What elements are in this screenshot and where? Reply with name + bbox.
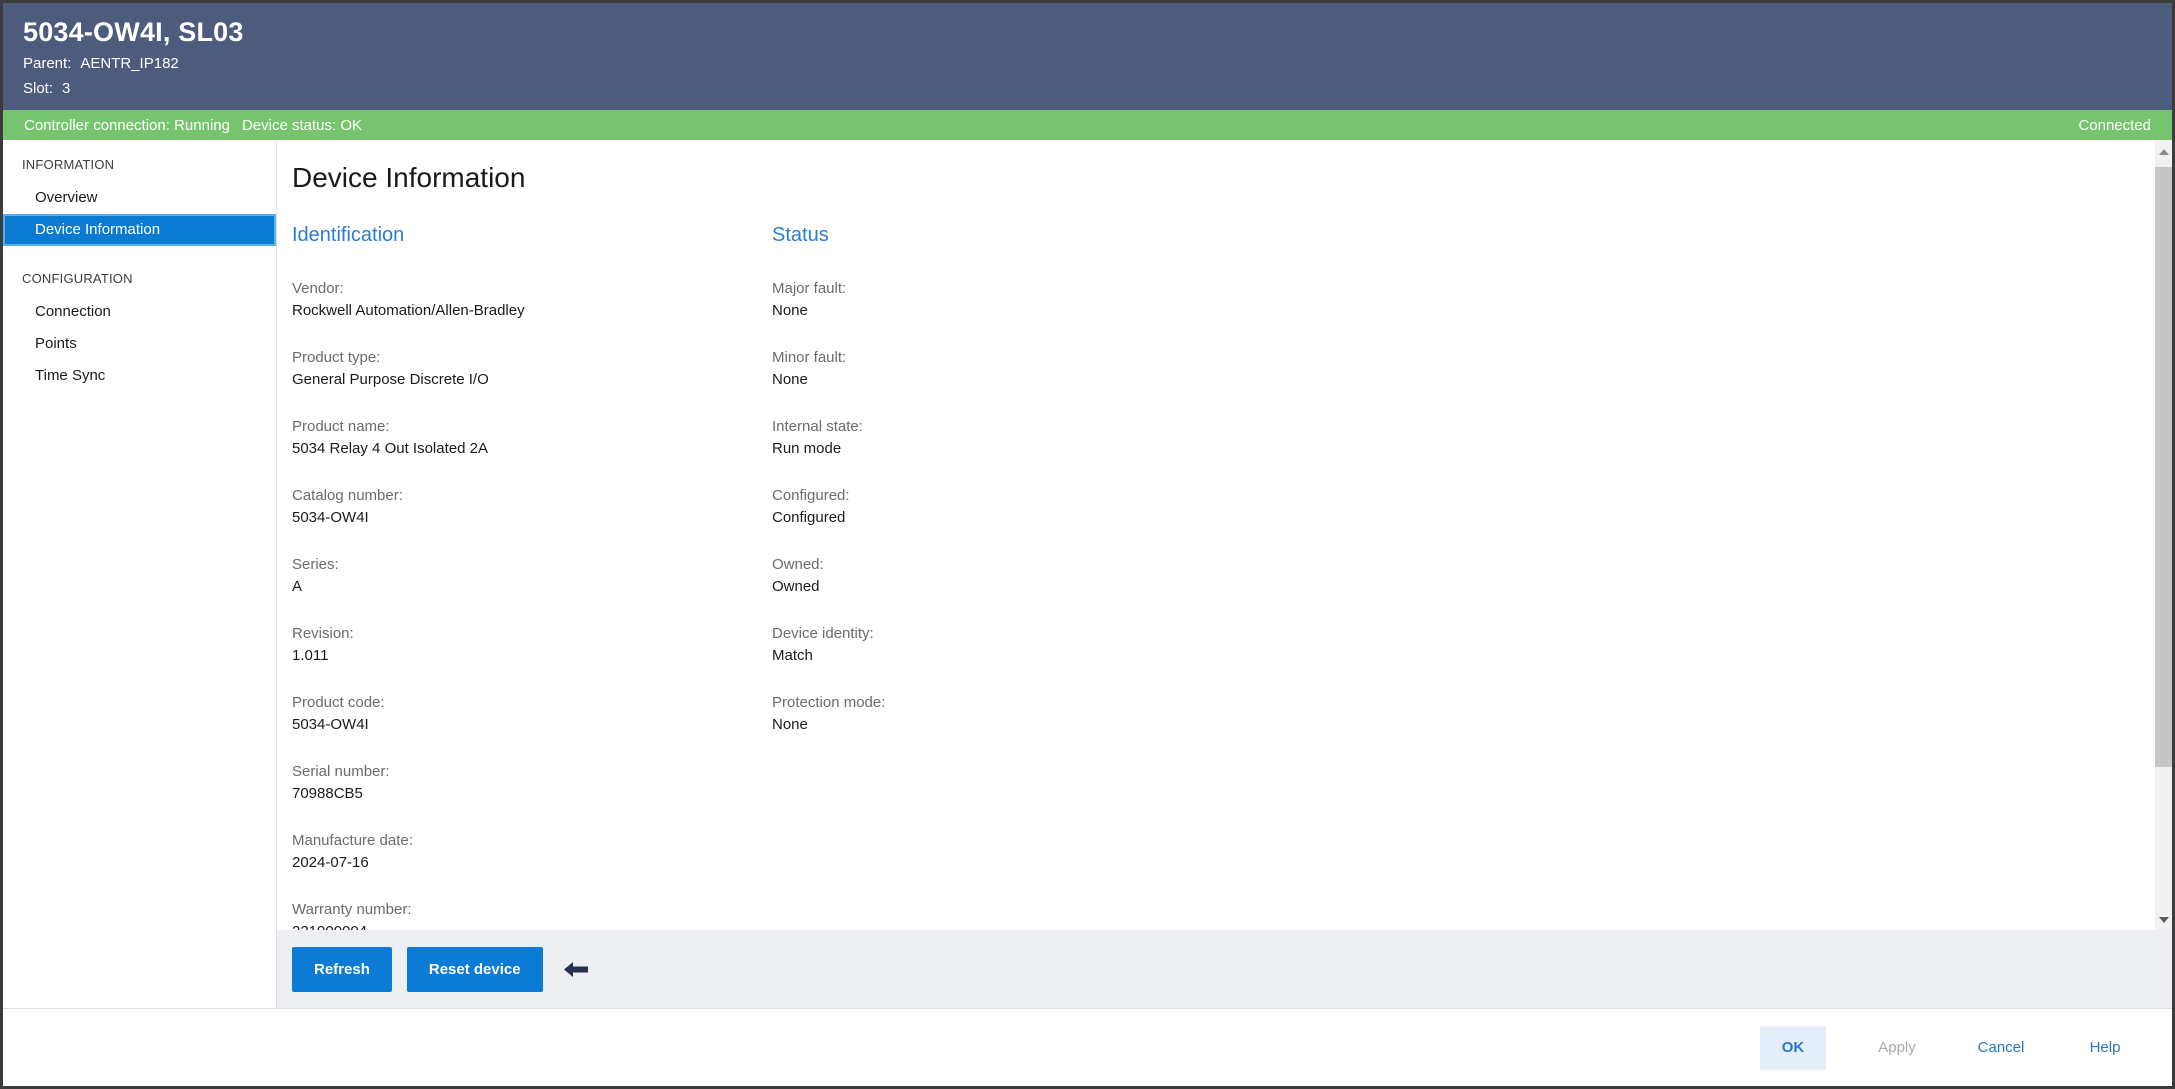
connection-status-bar: Controller connection: Running Device st… [3, 110, 2172, 140]
status-heading: Status [772, 222, 2112, 248]
sidebar-item-connection[interactable]: Connection [3, 296, 276, 328]
nav-section-information: INFORMATION [3, 148, 276, 182]
slot-row: Slot: 3 [23, 80, 2172, 98]
connection-state: Connected [2078, 117, 2151, 134]
nav-section-configuration: CONFIGURATION [3, 262, 276, 296]
scroll-up-button[interactable] [2155, 143, 2172, 160]
field-serial-number: Serial number: 70988CB5 [292, 761, 772, 805]
refresh-button[interactable]: Refresh [292, 947, 392, 992]
header: 5034-OW4I, SL03 Parent: AENTR_IP182 Slot:… [3, 3, 2172, 110]
device-title: 5034-OW4I, SL03 [23, 16, 2172, 48]
parent-label: Parent: [23, 55, 71, 72]
sidebar-item-device-information[interactable]: Device Information [3, 214, 276, 246]
field-configured: Configured: Configured [772, 485, 2112, 529]
field-product-code: Product code: 5034-OW4I [292, 692, 772, 736]
module-action-strip: Refresh Reset device [277, 930, 2172, 1008]
parent-row: Parent: AENTR_IP182 [23, 55, 2172, 73]
scrollbar-thumb[interactable] [2155, 167, 2172, 767]
controller-connection-status: Controller connection: Running [24, 117, 230, 134]
cancel-button[interactable]: Cancel [1968, 1026, 2034, 1070]
field-vendor: Vendor: Rockwell Automation/Allen-Bradle… [292, 278, 772, 322]
slot-label: Slot: [23, 80, 53, 97]
scroll-down-icon [2159, 917, 2169, 923]
back-arrow-icon [564, 962, 588, 977]
sidebar-item-points[interactable]: Points [3, 328, 276, 360]
field-warranty-number: Warranty number: 221900004 [292, 899, 772, 930]
identification-section: Identification Vendor: Rockwell Automati… [292, 222, 772, 930]
field-major-fault: Major fault: None [772, 278, 2112, 322]
field-manufacture-date: Manufacture date: 2024-07-16 [292, 830, 772, 874]
sidebar-nav: INFORMATION Overview Device Information … [3, 140, 277, 1008]
field-product-type: Product type: General Purpose Discrete I… [292, 347, 772, 391]
dialog-footer: OK Apply Cancel Help [3, 1008, 2172, 1086]
apply-button[interactable]: Apply [1864, 1026, 1930, 1070]
parent-value: AENTR_IP182 [80, 55, 178, 72]
reset-device-button[interactable]: Reset device [407, 947, 543, 992]
status-section: Status Major fault: None Minor fault: No… [772, 222, 2112, 930]
columns: Identification Vendor: Rockwell Automati… [292, 222, 2112, 930]
dialog-body: INFORMATION Overview Device Information … [3, 140, 2172, 1008]
scroll-region: Device Information Identification Vendor… [277, 140, 2172, 930]
ok-button[interactable]: OK [1760, 1026, 1826, 1070]
sidebar-item-time-sync[interactable]: Time Sync [3, 360, 276, 392]
field-internal-state: Internal state: Run mode [772, 416, 2112, 460]
field-owned: Owned: Owned [772, 554, 2112, 598]
page-title: Device Information [292, 160, 2112, 196]
device-properties-window: 5034-OW4I, SL03 Parent: AENTR_IP182 Slot:… [0, 0, 2175, 1089]
help-button[interactable]: Help [2072, 1026, 2138, 1070]
field-catalog-number: Catalog number: 5034-OW4I [292, 485, 772, 529]
sidebar-item-overview[interactable]: Overview [3, 182, 276, 214]
field-device-identity: Device identity: Match [772, 623, 2112, 667]
device-information-content: Device Information Identification Vendor… [277, 140, 2172, 930]
slot-value: 3 [62, 80, 70, 97]
identification-heading: Identification [292, 222, 772, 248]
main-panel: Device Information Identification Vendor… [277, 140, 2172, 1008]
field-product-name: Product name: 5034 Relay 4 Out Isolated … [292, 416, 772, 460]
field-protection-mode: Protection mode: None [772, 692, 2112, 736]
scroll-down-button[interactable] [2155, 911, 2172, 928]
field-series: Series: A [292, 554, 772, 598]
field-minor-fault: Minor fault: None [772, 347, 2112, 391]
field-revision: Revision: 1.011 [292, 623, 772, 667]
scroll-up-icon [2159, 149, 2169, 155]
device-status: Device status: OK [242, 117, 362, 134]
vertical-scrollbar[interactable] [2155, 140, 2172, 930]
